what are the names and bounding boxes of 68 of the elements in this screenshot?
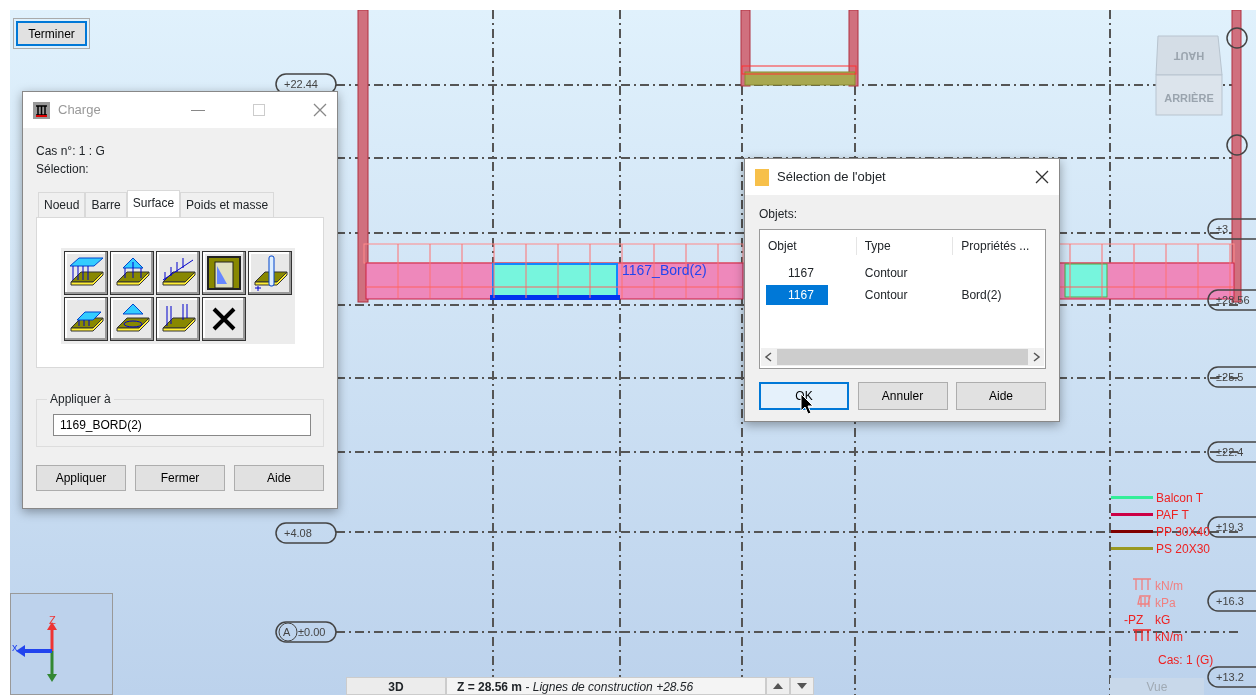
load-tool-button[interactable] bbox=[248, 251, 292, 295]
axis-triad-icon bbox=[16, 622, 57, 682]
load-tool-button[interactable] bbox=[202, 297, 246, 341]
column-header[interactable]: Type bbox=[856, 237, 954, 255]
tab[interactable]: Surface bbox=[126, 190, 181, 217]
case-label: Cas n°: 1 : G bbox=[36, 143, 106, 160]
load-app-icon bbox=[33, 101, 50, 119]
selection-label: Sélection: bbox=[36, 161, 90, 178]
column-header[interactable]: Objet bbox=[760, 237, 857, 255]
close-icon[interactable] bbox=[1035, 170, 1049, 184]
window-title: Sélection de l'objet bbox=[777, 168, 887, 187]
unit-label: kG bbox=[1155, 613, 1171, 627]
level-tag: ±22.4 bbox=[1207, 441, 1256, 463]
tab[interactable]: Poids et masse bbox=[180, 192, 275, 217]
axis-label: Z bbox=[49, 614, 56, 626]
load-unit-icon bbox=[1132, 578, 1152, 591]
unit-label: kN/m bbox=[1155, 579, 1183, 593]
load-tool-button[interactable] bbox=[156, 297, 200, 341]
load-unit-icon bbox=[1132, 629, 1152, 642]
tab[interactable]: Noeud bbox=[38, 192, 86, 217]
minimize-icon[interactable] bbox=[191, 109, 205, 111]
load-tool-button[interactable] bbox=[110, 251, 154, 295]
dialog-button[interactable]: Fermer bbox=[135, 465, 225, 491]
view-mode-tab[interactable]: 3D bbox=[346, 677, 446, 695]
level-tag: +16.3 bbox=[1207, 590, 1256, 612]
unit-label: kN/m bbox=[1155, 630, 1183, 644]
legend-label: PS 20X30 bbox=[1156, 542, 1211, 556]
dialog-button[interactable]: Aide bbox=[956, 382, 1046, 410]
level-tag: +4.08 bbox=[275, 522, 337, 544]
level-tag: ±28.56 bbox=[1207, 289, 1256, 311]
table-cell[interactable]: 1167 bbox=[766, 285, 828, 305]
unit-label: kPa bbox=[1155, 596, 1176, 610]
level-tag: ±3 bbox=[1207, 218, 1256, 240]
plane-field[interactable]: Z = 28.56 m - Lignes de construction +28.56 bbox=[446, 677, 766, 695]
list-label: Objets: bbox=[759, 206, 798, 223]
axis-label: x bbox=[12, 641, 18, 653]
legend-label: PAF T bbox=[1156, 508, 1189, 522]
load-tool-button[interactable] bbox=[110, 297, 154, 341]
load-tool-button[interactable] bbox=[64, 297, 108, 341]
load-unit-icon bbox=[1137, 595, 1151, 608]
app-logo-icon bbox=[755, 168, 769, 186]
legend-label: Balcon T bbox=[1156, 491, 1204, 505]
table-cell-text: Contour bbox=[863, 287, 909, 304]
group-label: Appliquer à bbox=[49, 391, 112, 408]
load-tool-button[interactable] bbox=[156, 251, 200, 295]
window-title: Charge bbox=[58, 101, 102, 120]
table-cell-text: Contour bbox=[863, 265, 909, 282]
axis-bubble-icon bbox=[1226, 27, 1248, 49]
load-tool-button[interactable] bbox=[202, 251, 246, 295]
case-label: Cas: 1 (G) bbox=[1158, 653, 1214, 667]
level-tag: A ±0.00 bbox=[275, 621, 337, 643]
finish-button[interactable]: Terminer bbox=[16, 21, 87, 46]
object-list[interactable]: Objet Type Propriétés ... 1167 Contour 1167 Contour Bord(2) bbox=[759, 229, 1046, 369]
tab[interactable]: Barre bbox=[85, 192, 127, 217]
load-tool-button[interactable] bbox=[64, 251, 108, 295]
dialog-button[interactable]: Annuler bbox=[857, 382, 948, 410]
level-tag: ±25.5 bbox=[1207, 366, 1256, 388]
dialog-button[interactable]: Appliquer bbox=[36, 465, 126, 491]
column-header[interactable]: Propriétés ... bbox=[953, 237, 1045, 255]
table-cell-text: Bord(2) bbox=[960, 287, 1003, 304]
horizontal-scrollbar[interactable] bbox=[761, 348, 1044, 366]
input-field[interactable]: 1169_BORD(2) bbox=[53, 414, 311, 436]
level-tag: +13.2 bbox=[1207, 666, 1256, 688]
beam-label: 1167_Bord(2) bbox=[622, 262, 707, 278]
dialog-button[interactable]: Aide bbox=[234, 465, 324, 491]
load-direction-label: -PZ bbox=[1124, 613, 1144, 627]
table-cell[interactable]: 1167 bbox=[766, 263, 828, 283]
axis-bubble-icon bbox=[1226, 134, 1248, 156]
